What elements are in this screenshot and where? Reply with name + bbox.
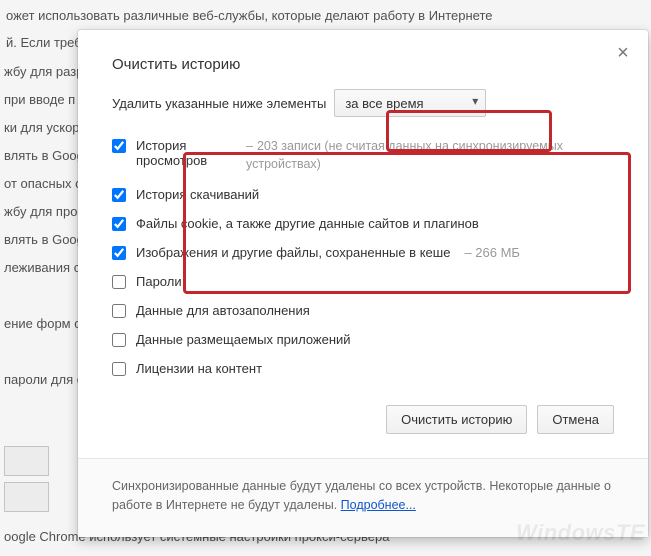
clear-option-label: История просмотров [136, 138, 236, 168]
clear-option-label: Изображения и другие файлы, сохраненные … [136, 245, 450, 260]
clear-option-checkbox[interactable] [112, 139, 126, 153]
clear-option-label: Лицензии на контент [136, 361, 262, 376]
clear-option-row: Пароли [112, 267, 614, 296]
clear-option-row: Лицензии на контент [112, 354, 614, 383]
clear-option-label: История скачиваний [136, 187, 259, 202]
time-range-label: Удалить указанные ниже элементы [112, 96, 326, 111]
clear-option-checkbox[interactable] [112, 333, 126, 347]
time-range-select[interactable]: за все время [334, 89, 486, 117]
clear-option-label: Файлы cookie, а также другие данные сайт… [136, 216, 479, 231]
clear-options-list: История просмотров –203 записи (не считая… [112, 131, 614, 383]
clear-option-checkbox[interactable] [112, 188, 126, 202]
clear-option-checkbox[interactable] [112, 275, 126, 289]
clear-option-checkbox[interactable] [112, 304, 126, 318]
clear-option-label: Данные размещаемых приложений [136, 332, 351, 347]
clear-option-label: Данные для автозаполнения [136, 303, 310, 318]
clear-option-checkbox[interactable] [112, 362, 126, 376]
clear-option-row: Данные для автозаполнения [112, 296, 614, 325]
clear-option-checkbox[interactable] [112, 217, 126, 231]
clear-history-dialog: × Очистить историю Удалить указанные ниж… [78, 30, 648, 537]
clear-option-row: История скачиваний [112, 180, 614, 209]
clear-option-label: Пароли [136, 274, 182, 289]
clear-option-row: Данные размещаемых приложений [112, 325, 614, 354]
clear-option-subtext: –203 записи (не считая данных на синхрон… [246, 138, 614, 173]
cancel-button[interactable]: Отмена [537, 405, 614, 434]
dialog-title: Очистить историю [112, 56, 614, 73]
clear-option-row: История просмотров –203 записи (не считая… [112, 131, 614, 180]
clear-option-size: – 266 МБ [464, 245, 520, 260]
clear-option-row: Файлы cookie, а также другие данные сайт… [112, 209, 614, 238]
dialog-footer: Синхронизированные данные будут удалены … [78, 458, 648, 537]
learn-more-link[interactable]: Подробнее... [341, 498, 416, 512]
clear-option-row: Изображения и другие файлы, сохраненные … [112, 238, 614, 267]
clear-option-checkbox[interactable] [112, 246, 126, 260]
clear-history-button[interactable]: Очистить историю [386, 405, 527, 434]
close-button[interactable]: × [612, 44, 634, 66]
